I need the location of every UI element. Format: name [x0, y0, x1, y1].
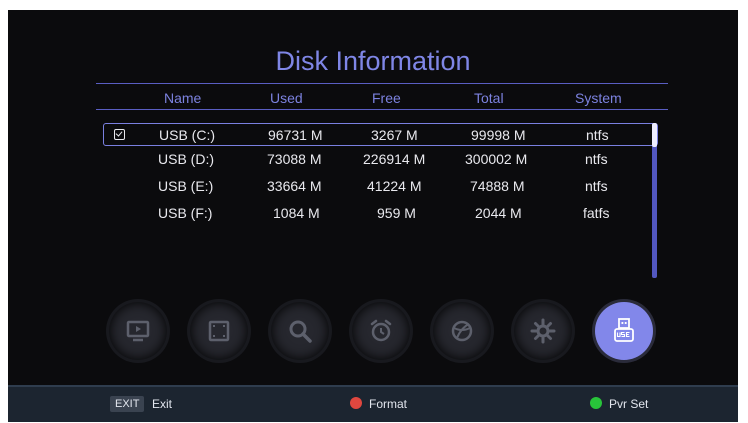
page-title: Disk Information	[275, 46, 471, 76]
disk-row[interactable]: USB (D:) 73088 M 226914 M 300002 M ntfs	[103, 148, 658, 171]
globe-icon	[451, 320, 473, 342]
column-header-total: Total	[474, 90, 504, 106]
footer-bar: EXIT Exit Format Pvr Set	[8, 385, 738, 422]
disk-row[interactable]: USB (C:) 96731 M 3267 M 99998 M ntfs	[103, 123, 658, 146]
alarm-clock-icon	[370, 319, 392, 342]
disk-system: ntfs	[586, 127, 609, 143]
search-icon	[289, 320, 312, 343]
checkbox-icon[interactable]	[114, 129, 125, 140]
disk-free: 226914 M	[363, 151, 426, 167]
disk-system: ntfs	[585, 178, 608, 194]
footer-divider	[8, 385, 738, 387]
tv-menu-button[interactable]	[109, 302, 167, 360]
scrollbar-thumb[interactable]	[652, 123, 657, 147]
main-menu-bar	[8, 302, 738, 367]
disk-name: USB (D:)	[158, 151, 214, 167]
column-header-name: Name	[164, 90, 202, 106]
tv-icon	[126, 320, 150, 342]
disk-row[interactable]: USB (E:) 33664 M 41224 M 74888 M ntfs	[103, 175, 658, 198]
disk-name: USB (F:)	[158, 205, 213, 221]
exit-label: Exit	[152, 397, 173, 411]
disk-free: 959 M	[377, 205, 416, 221]
network-menu-button[interactable]	[433, 302, 491, 360]
disk-total: 74888 M	[470, 178, 525, 194]
settings-menu-button[interactable]	[514, 302, 572, 360]
column-header-free: Free	[372, 90, 401, 106]
disk-used: 73088 M	[267, 151, 322, 167]
header-divider-top	[96, 83, 668, 84]
disk-info-screen: Disk Information Name Used Free Total Sy…	[8, 10, 738, 422]
column-header-system: System	[575, 90, 622, 106]
disk-total: 99998 M	[471, 127, 526, 143]
format-label: Format	[369, 397, 408, 411]
picture-icon	[208, 320, 230, 342]
red-button-icon[interactable]	[350, 397, 362, 409]
disk-row[interactable]: USB (F:) 1084 M 959 M 2044 M fatfs	[103, 202, 658, 225]
disk-system: fatfs	[583, 205, 610, 221]
disk-free: 3267 M	[371, 127, 418, 143]
pvr-set-label: Pvr Set	[609, 397, 649, 411]
gear-icon	[530, 318, 556, 344]
exit-key-badge[interactable]: EXIT	[110, 396, 145, 412]
disk-total: 2044 M	[475, 205, 522, 221]
usb-icon	[614, 318, 634, 342]
usb-menu-button[interactable]	[595, 302, 653, 360]
disk-name: USB (E:)	[158, 178, 214, 194]
search-menu-button[interactable]	[271, 302, 329, 360]
disk-free: 41224 M	[367, 178, 422, 194]
timer-menu-button[interactable]	[352, 302, 410, 360]
green-button-icon[interactable]	[590, 397, 602, 409]
disk-total: 300002 M	[465, 151, 528, 167]
column-header-used: Used	[270, 90, 303, 106]
header-divider-bottom	[96, 109, 668, 110]
picture-menu-button[interactable]	[190, 302, 248, 360]
disk-system: ntfs	[585, 151, 608, 167]
disk-used: 33664 M	[267, 178, 322, 194]
disk-used: 1084 M	[273, 205, 320, 221]
disk-used: 96731 M	[268, 127, 323, 143]
disk-name: USB (C:)	[159, 127, 215, 143]
